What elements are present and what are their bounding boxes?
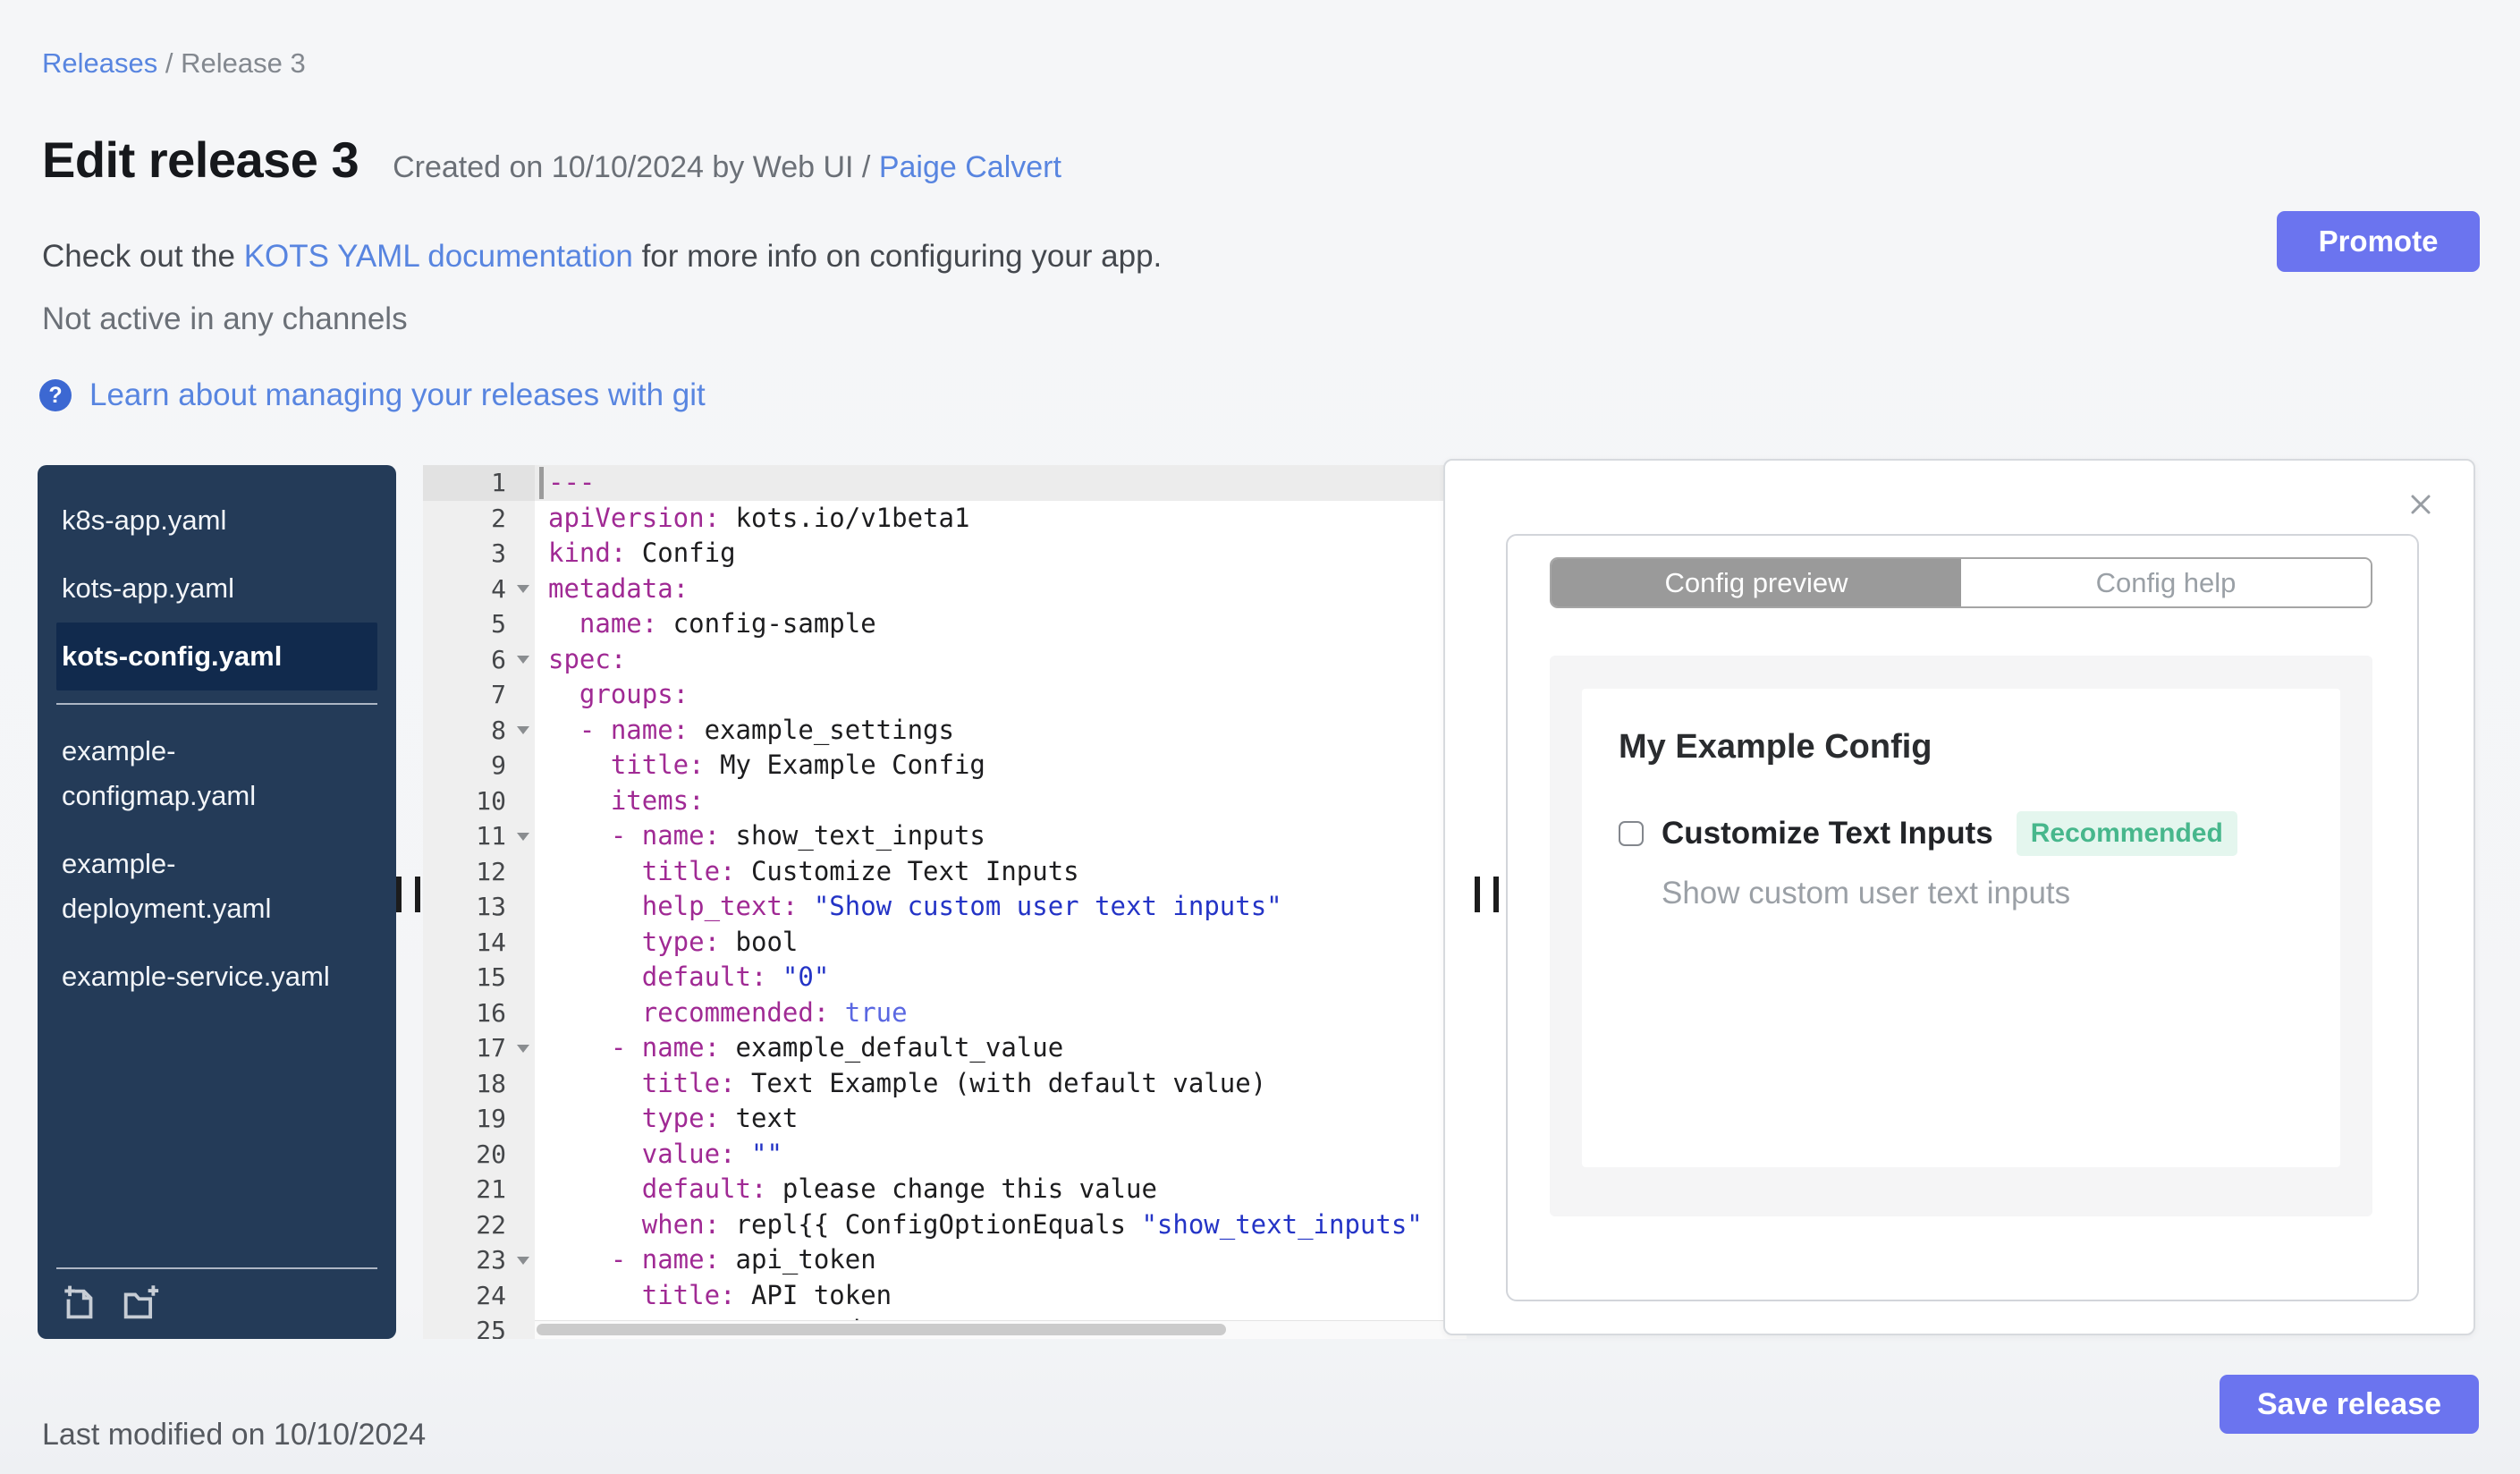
code-line: default: "0" (548, 961, 830, 992)
code-line: recommended: true (548, 996, 908, 1028)
close-icon (2411, 495, 2431, 514)
sidebar-divider (56, 703, 377, 705)
promote-button[interactable]: Promote (2277, 211, 2480, 272)
code-line: type: bool (548, 926, 799, 957)
code-line: when: repl{{ ConfigOptionEquals "show_te… (548, 1208, 1423, 1240)
channel-status: Not active in any channels (42, 301, 408, 336)
code-line: apiVersion: kots.io/v1beta1 (548, 502, 970, 533)
code-line: metadata: (548, 572, 689, 604)
close-panel-button[interactable] (2402, 486, 2440, 523)
file-sidebar: k8s-app.yaml kots-app.yaml kots-config.yam… (38, 465, 396, 1339)
breadcrumb-current: Release 3 (181, 47, 306, 79)
code-line: title: Customize Text Inputs (548, 855, 1079, 886)
config-item-label[interactable]: Customize Text Inputs (1662, 816, 1993, 851)
docs-hint: Check out the KOTS YAML documentation fo… (42, 239, 1163, 274)
code-line: --- (548, 467, 596, 497)
code-line: title: Text Example (with default value) (548, 1067, 1267, 1098)
file-list: k8s-app.yaml kots-app.yaml kots-config.yam… (38, 487, 396, 1011)
editor-code[interactable]: --- apiVersion: kots.io/v1beta1 kind: Conf… (423, 465, 1467, 1339)
file-item-label: kots-app.yaml (62, 572, 234, 604)
file-item-k8s-app-yaml[interactable]: k8s-app.yaml (56, 487, 377, 555)
preview-card: Config preview Config help My Example Co… (1506, 534, 2419, 1301)
code-line: - name: example_settings (548, 714, 954, 745)
sidebar-actions (38, 1282, 396, 1339)
git-help-row: ? Learn about managing your releases wit… (39, 377, 706, 413)
yaml-editor[interactable]: 1 2 3 4 5 6 7 8 9 10 11 12 13 14 15 16 17 18 19 20 21 22 23 24 2… (423, 465, 1467, 1339)
config-preview-panel: Config preview Config help My Example Co… (1443, 459, 2475, 1335)
code-line: groups: (548, 679, 689, 709)
code-line: - name: api_token (548, 1244, 876, 1275)
code-line: value: "" (548, 1138, 782, 1169)
file-item-label: example-configmap.yaml (62, 735, 257, 811)
sidebar-bottom-divider (56, 1267, 377, 1269)
file-item-kots-config-yaml[interactable]: kots-config.yaml (56, 623, 377, 690)
question-icon: ? (39, 379, 72, 411)
edit-release-page: Releases / Release 3 Edit release 3 Crea… (0, 0, 2520, 1474)
file-item-label: example-service.yaml (62, 961, 330, 992)
title-row: Edit release 3 Created on 10/10/2024 by … (42, 131, 1061, 189)
add-file-button[interactable] (59, 1283, 100, 1325)
add-folder-button[interactable] (120, 1283, 161, 1325)
kots-yaml-docs-link[interactable]: KOTS YAML documentation (244, 239, 633, 274)
breadcrumb-releases-link[interactable]: Releases (42, 47, 157, 79)
code-line: title: My Example Config (548, 750, 985, 780)
breadcrumb-separator: / (165, 47, 173, 79)
code-line: default: please change this value (548, 1173, 1157, 1204)
add-file-icon (64, 1285, 93, 1319)
recommended-badge: Recommended (2016, 811, 2237, 856)
sidebar-resize-handle[interactable] (396, 877, 420, 912)
file-item-label: example-deployment.yaml (62, 848, 272, 924)
code-line: type: text (548, 1103, 799, 1133)
file-item-label: kots-config.yaml (62, 640, 283, 672)
file-item-kots-app-yaml[interactable]: kots-app.yaml (56, 555, 377, 623)
editor-cursor (539, 467, 544, 499)
created-info: Created on 10/10/2024 by Web UI / Paige … (393, 150, 1061, 184)
editor-horizontal-scrollbar[interactable] (535, 1320, 1467, 1339)
last-modified-text: Last modified on 10/10/2024 (42, 1418, 427, 1452)
file-item-example-deployment-yaml[interactable]: example-deployment.yaml (56, 830, 377, 943)
preview-viewport: My Example Config Customize Text Inputs … (1550, 656, 2372, 1216)
preview-tabs: Config preview Config help (1550, 557, 2372, 608)
code-line: - name: show_text_inputs (548, 820, 985, 851)
page-title: Edit release 3 (42, 131, 359, 188)
git-help-link[interactable]: Learn about managing your releases with … (89, 377, 706, 413)
editor-scrollbar-thumb[interactable] (537, 1324, 1227, 1335)
file-item-label: k8s-app.yaml (62, 504, 227, 536)
code-line: spec: (548, 643, 627, 674)
add-folder-icon (123, 1285, 159, 1319)
code-line: items: (548, 784, 705, 816)
tab-config-preview[interactable]: Config preview (1552, 559, 1961, 606)
created-by-link[interactable]: Paige Calvert (879, 150, 1061, 184)
code-line: help_text: "Show custom user text inputs… (548, 891, 1282, 921)
config-item-row: Customize Text Inputs Recommended (1619, 811, 2340, 856)
config-item-help-text: Show custom user text inputs (1662, 876, 2071, 911)
save-release-button[interactable]: Save release (2220, 1375, 2479, 1434)
tab-config-help[interactable]: Config help (1961, 559, 2371, 606)
code-line: kind: Config (548, 538, 736, 568)
config-group-title: My Example Config (1619, 728, 1932, 766)
file-item-example-service-yaml[interactable]: example-service.yaml (56, 943, 377, 1011)
config-form-card: My Example Config Customize Text Inputs … (1582, 689, 2340, 1167)
breadcrumb: Releases / Release 3 (42, 47, 306, 80)
code-line: - name: example_default_value (548, 1032, 1064, 1063)
preview-resize-handle[interactable] (1475, 877, 1499, 912)
file-item-example-configmap-yaml[interactable]: example-configmap.yaml (56, 717, 377, 830)
customize-text-inputs-checkbox[interactable] (1619, 821, 1644, 846)
code-line: title: API token (548, 1279, 892, 1310)
code-line: name: config-sample (548, 608, 876, 639)
